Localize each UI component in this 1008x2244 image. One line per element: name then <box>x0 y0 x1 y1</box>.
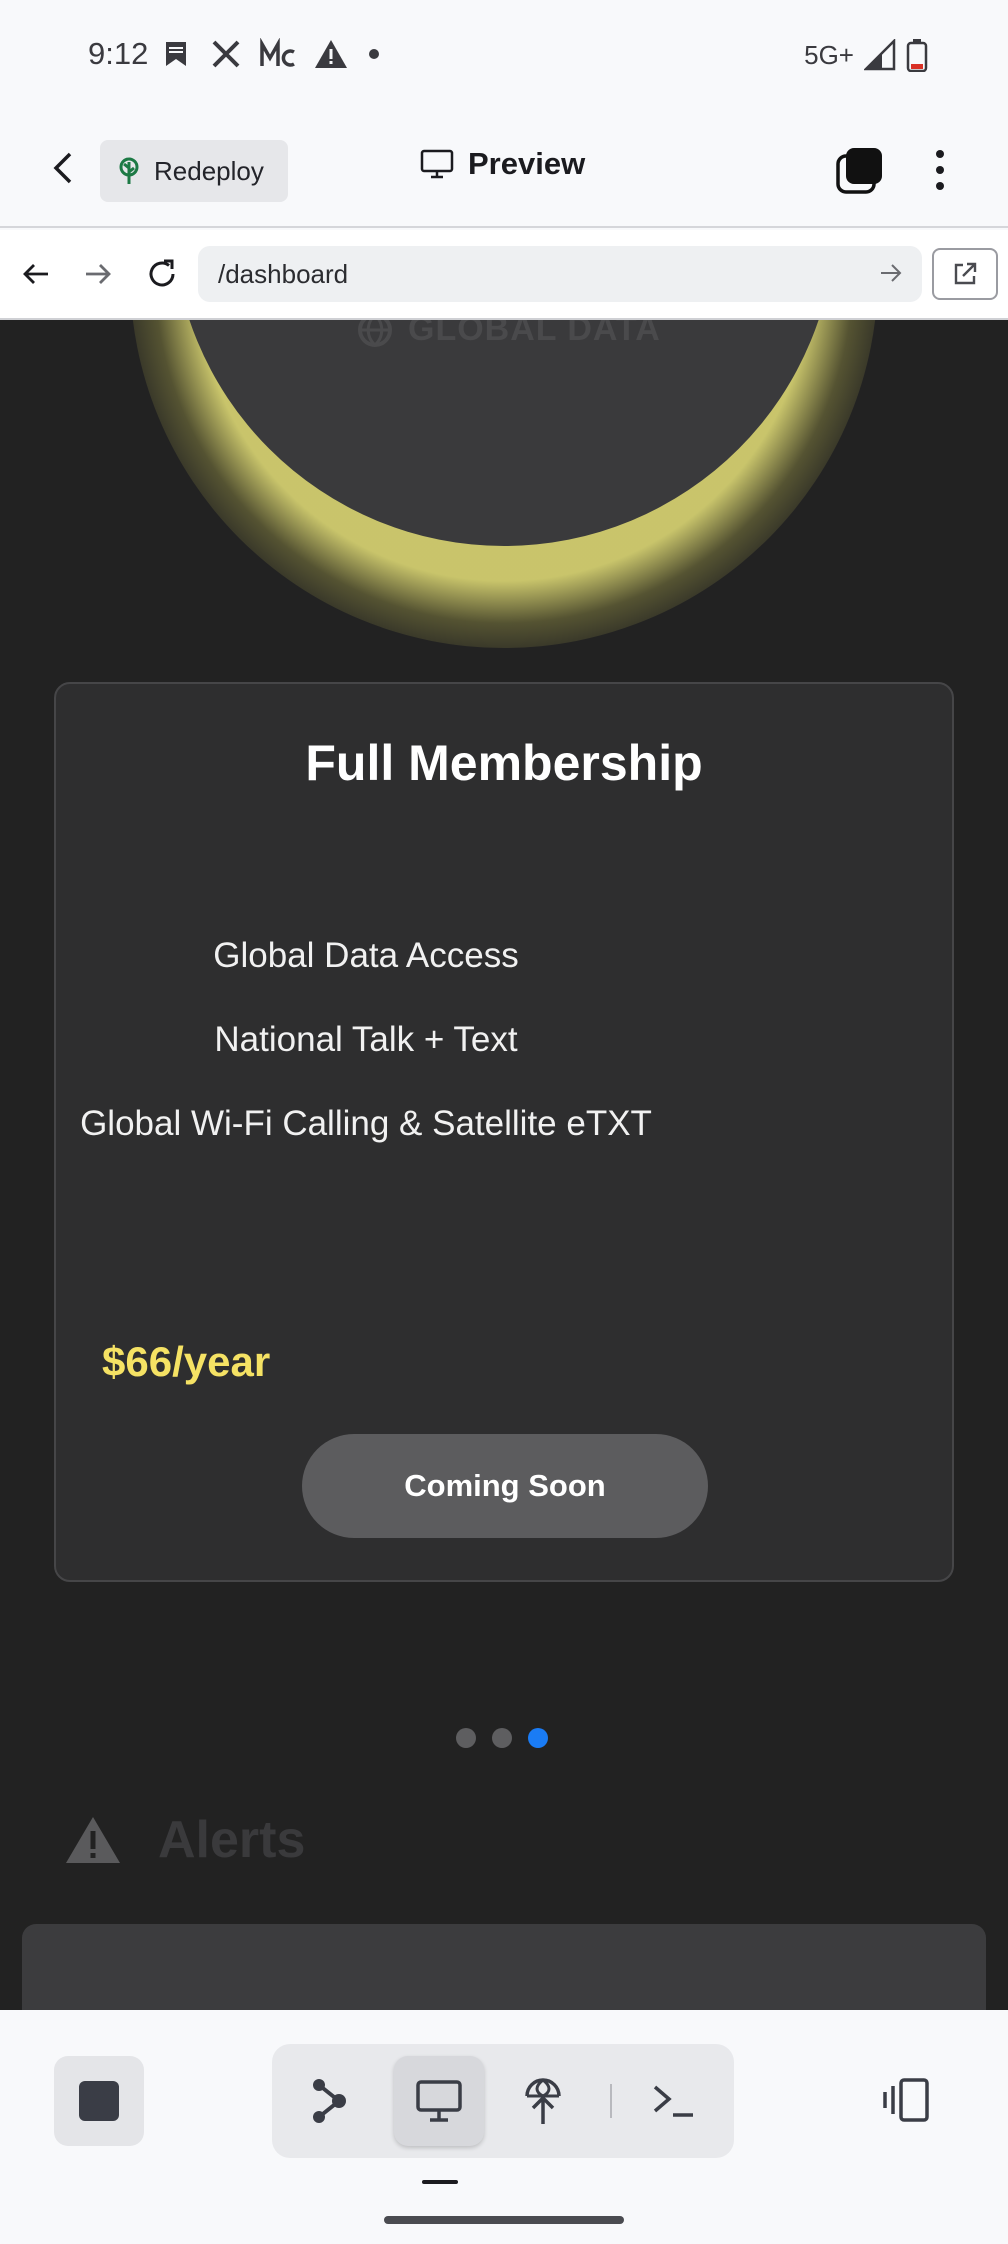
browser-forward-button[interactable] <box>76 252 120 296</box>
system-icons: 5G+ <box>804 38 928 72</box>
preview-label: Preview <box>468 146 586 181</box>
browser-bar: /dashboard <box>0 230 1008 320</box>
menu-dot <box>936 150 944 158</box>
warning-icon <box>66 1817 120 1863</box>
device-view-button[interactable] <box>872 2070 942 2130</box>
status-time: 9:12 <box>88 36 149 71</box>
notification-icons <box>160 38 382 70</box>
hero-label: GLOBAL DATA <box>356 320 661 349</box>
plan-feature: Global Data Access <box>213 936 519 975</box>
arrow-right-icon <box>86 264 111 284</box>
carousel-dot[interactable] <box>456 1728 476 1748</box>
plan-price: $66/year <box>102 1338 271 1385</box>
warning-icon <box>315 40 347 68</box>
carousel-dot[interactable] <box>492 1728 512 1748</box>
arrow-left-icon <box>23 264 48 284</box>
x-app-icon <box>212 40 240 68</box>
deploy-globe-icon <box>525 2078 561 2124</box>
mode-switcher <box>272 2044 734 2158</box>
coming-soon-button[interactable]: Coming Soon <box>302 1434 708 1538</box>
go-arrow-icon[interactable] <box>878 260 904 286</box>
stop-icon <box>79 2081 119 2121</box>
open-external-button[interactable] <box>932 248 998 300</box>
bookmark-notification-icon <box>166 42 186 66</box>
dot-icon <box>369 49 379 59</box>
redeploy-label: Redeploy <box>154 155 264 186</box>
menu-dot <box>936 182 944 190</box>
battery-low-icon <box>906 39 928 72</box>
alerts-panel <box>22 1924 986 2010</box>
web-content: GLOBAL DATA Full Membership Global Data … <box>0 320 1008 2010</box>
plan-feature: Global Wi-Fi Calling & Satellite eTXT <box>80 1104 652 1143</box>
reload-icon <box>149 259 175 287</box>
alerts-title: Alerts <box>158 1811 306 1869</box>
graph-nodes-icon <box>313 2079 346 2123</box>
device-frame-icon <box>883 2078 929 2122</box>
tabs-button[interactable] <box>834 144 886 196</box>
stop-button[interactable] <box>54 2056 144 2146</box>
signal-icon <box>864 39 896 71</box>
tabs-icon <box>836 148 882 194</box>
url-text: /dashboard <box>218 258 349 289</box>
url-input[interactable]: /dashboard <box>198 246 922 302</box>
menu-dot <box>936 166 944 174</box>
more-options-button[interactable] <box>918 142 962 198</box>
reload-button[interactable] <box>140 252 184 296</box>
alerts-header: Alerts <box>64 1810 305 1870</box>
mode-divider <box>610 2084 612 2118</box>
browser-back-button[interactable] <box>14 252 58 296</box>
preview-mode-button[interactable] <box>394 2056 484 2146</box>
monitor-icon <box>416 2080 462 2122</box>
carousel-dots <box>456 1728 548 1748</box>
plan-card: Full Membership Global Data Access Natio… <box>54 682 954 1582</box>
back-button[interactable] <box>40 144 88 192</box>
graph-mode-button[interactable] <box>284 2056 374 2146</box>
preview-title: Preview <box>420 146 585 182</box>
console-mode-button[interactable] <box>628 2056 718 2146</box>
carousel-dot-active[interactable] <box>528 1728 548 1748</box>
terminal-icon <box>653 2085 693 2117</box>
home-indicator[interactable] <box>384 2216 624 2224</box>
bottom-toolbar <box>0 2010 1008 2244</box>
plan-title: Full Membership <box>305 735 703 791</box>
status-bar: 9:12 5G+ <box>0 0 1008 112</box>
mc-app-icon <box>260 38 295 67</box>
monitor-icon <box>420 149 454 179</box>
plan-feature: National Talk + Text <box>214 1020 518 1059</box>
app-toolbar: Redeploy Preview <box>0 112 1008 228</box>
deploy-mode-button[interactable] <box>498 2056 588 2146</box>
external-link-icon <box>954 262 977 285</box>
chevron-left-icon <box>53 152 72 184</box>
network-type: 5G+ <box>804 39 854 70</box>
redeploy-button[interactable]: Redeploy <box>100 140 288 202</box>
globe-icon <box>358 320 392 347</box>
active-mode-indicator <box>422 2180 458 2184</box>
hero-label-text: GLOBAL DATA <box>408 320 661 348</box>
deploy-tree-icon <box>119 157 139 184</box>
